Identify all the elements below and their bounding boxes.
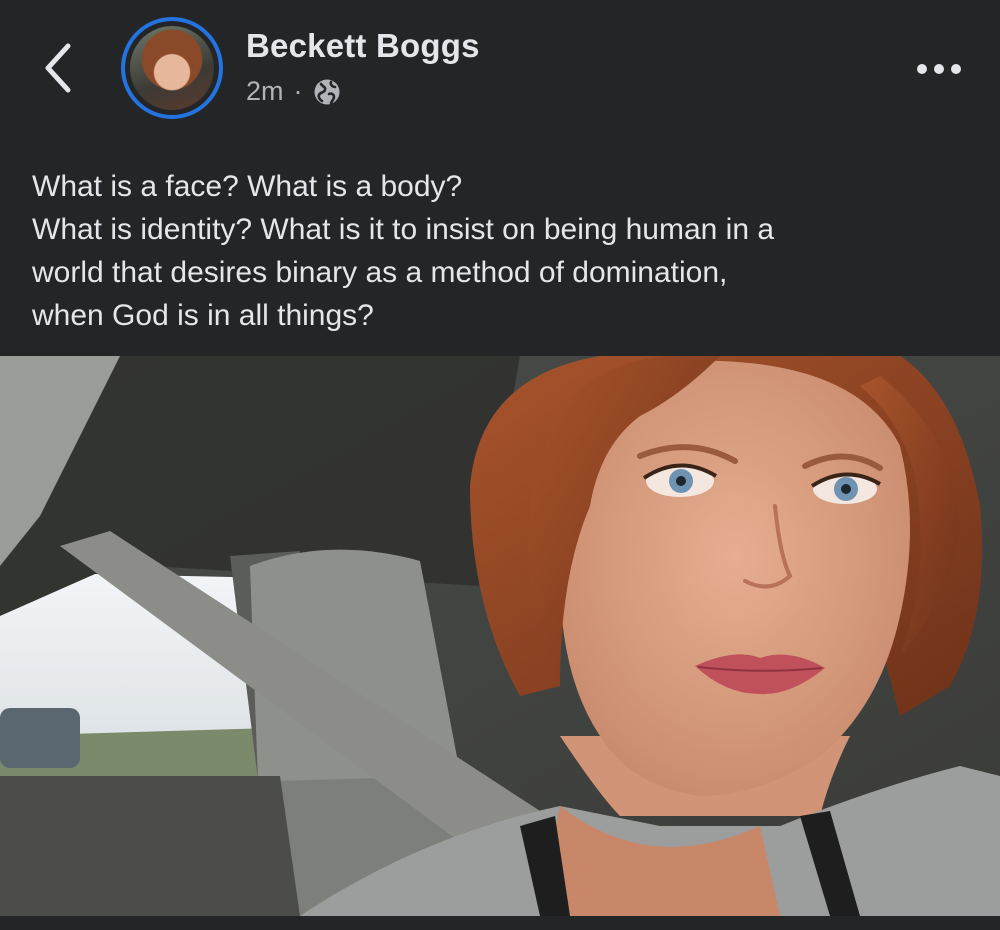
more-options-button[interactable] — [914, 58, 964, 80]
caption-line: when God is in all things? — [32, 299, 374, 332]
globe-icon — [314, 79, 340, 104]
meta-separator: · — [293, 76, 303, 106]
post-meta: 2m · — [246, 76, 341, 107]
post-photo[interactable] — [0, 356, 1000, 916]
post-timestamp[interactable]: 2m — [246, 76, 284, 107]
more-horizontal-icon — [917, 64, 961, 74]
chevron-left-icon — [45, 43, 71, 93]
author-name[interactable]: Beckett Boggs — [246, 27, 480, 65]
bottom-divider — [0, 916, 1000, 930]
caption-line: world that desires binary as a method of… — [32, 256, 728, 289]
back-button[interactable] — [38, 40, 82, 96]
avatar-image — [130, 26, 214, 110]
author-avatar[interactable] — [121, 17, 223, 119]
post-header: Beckett Boggs 2m · — [0, 0, 1000, 140]
selfie-image — [0, 356, 1000, 916]
caption-line: What is a face? What is a body? — [32, 170, 463, 203]
caption-line: What is identity? What is it to insist o… — [32, 213, 775, 246]
post-caption: What is a face? What is a body? What is … — [32, 165, 972, 337]
